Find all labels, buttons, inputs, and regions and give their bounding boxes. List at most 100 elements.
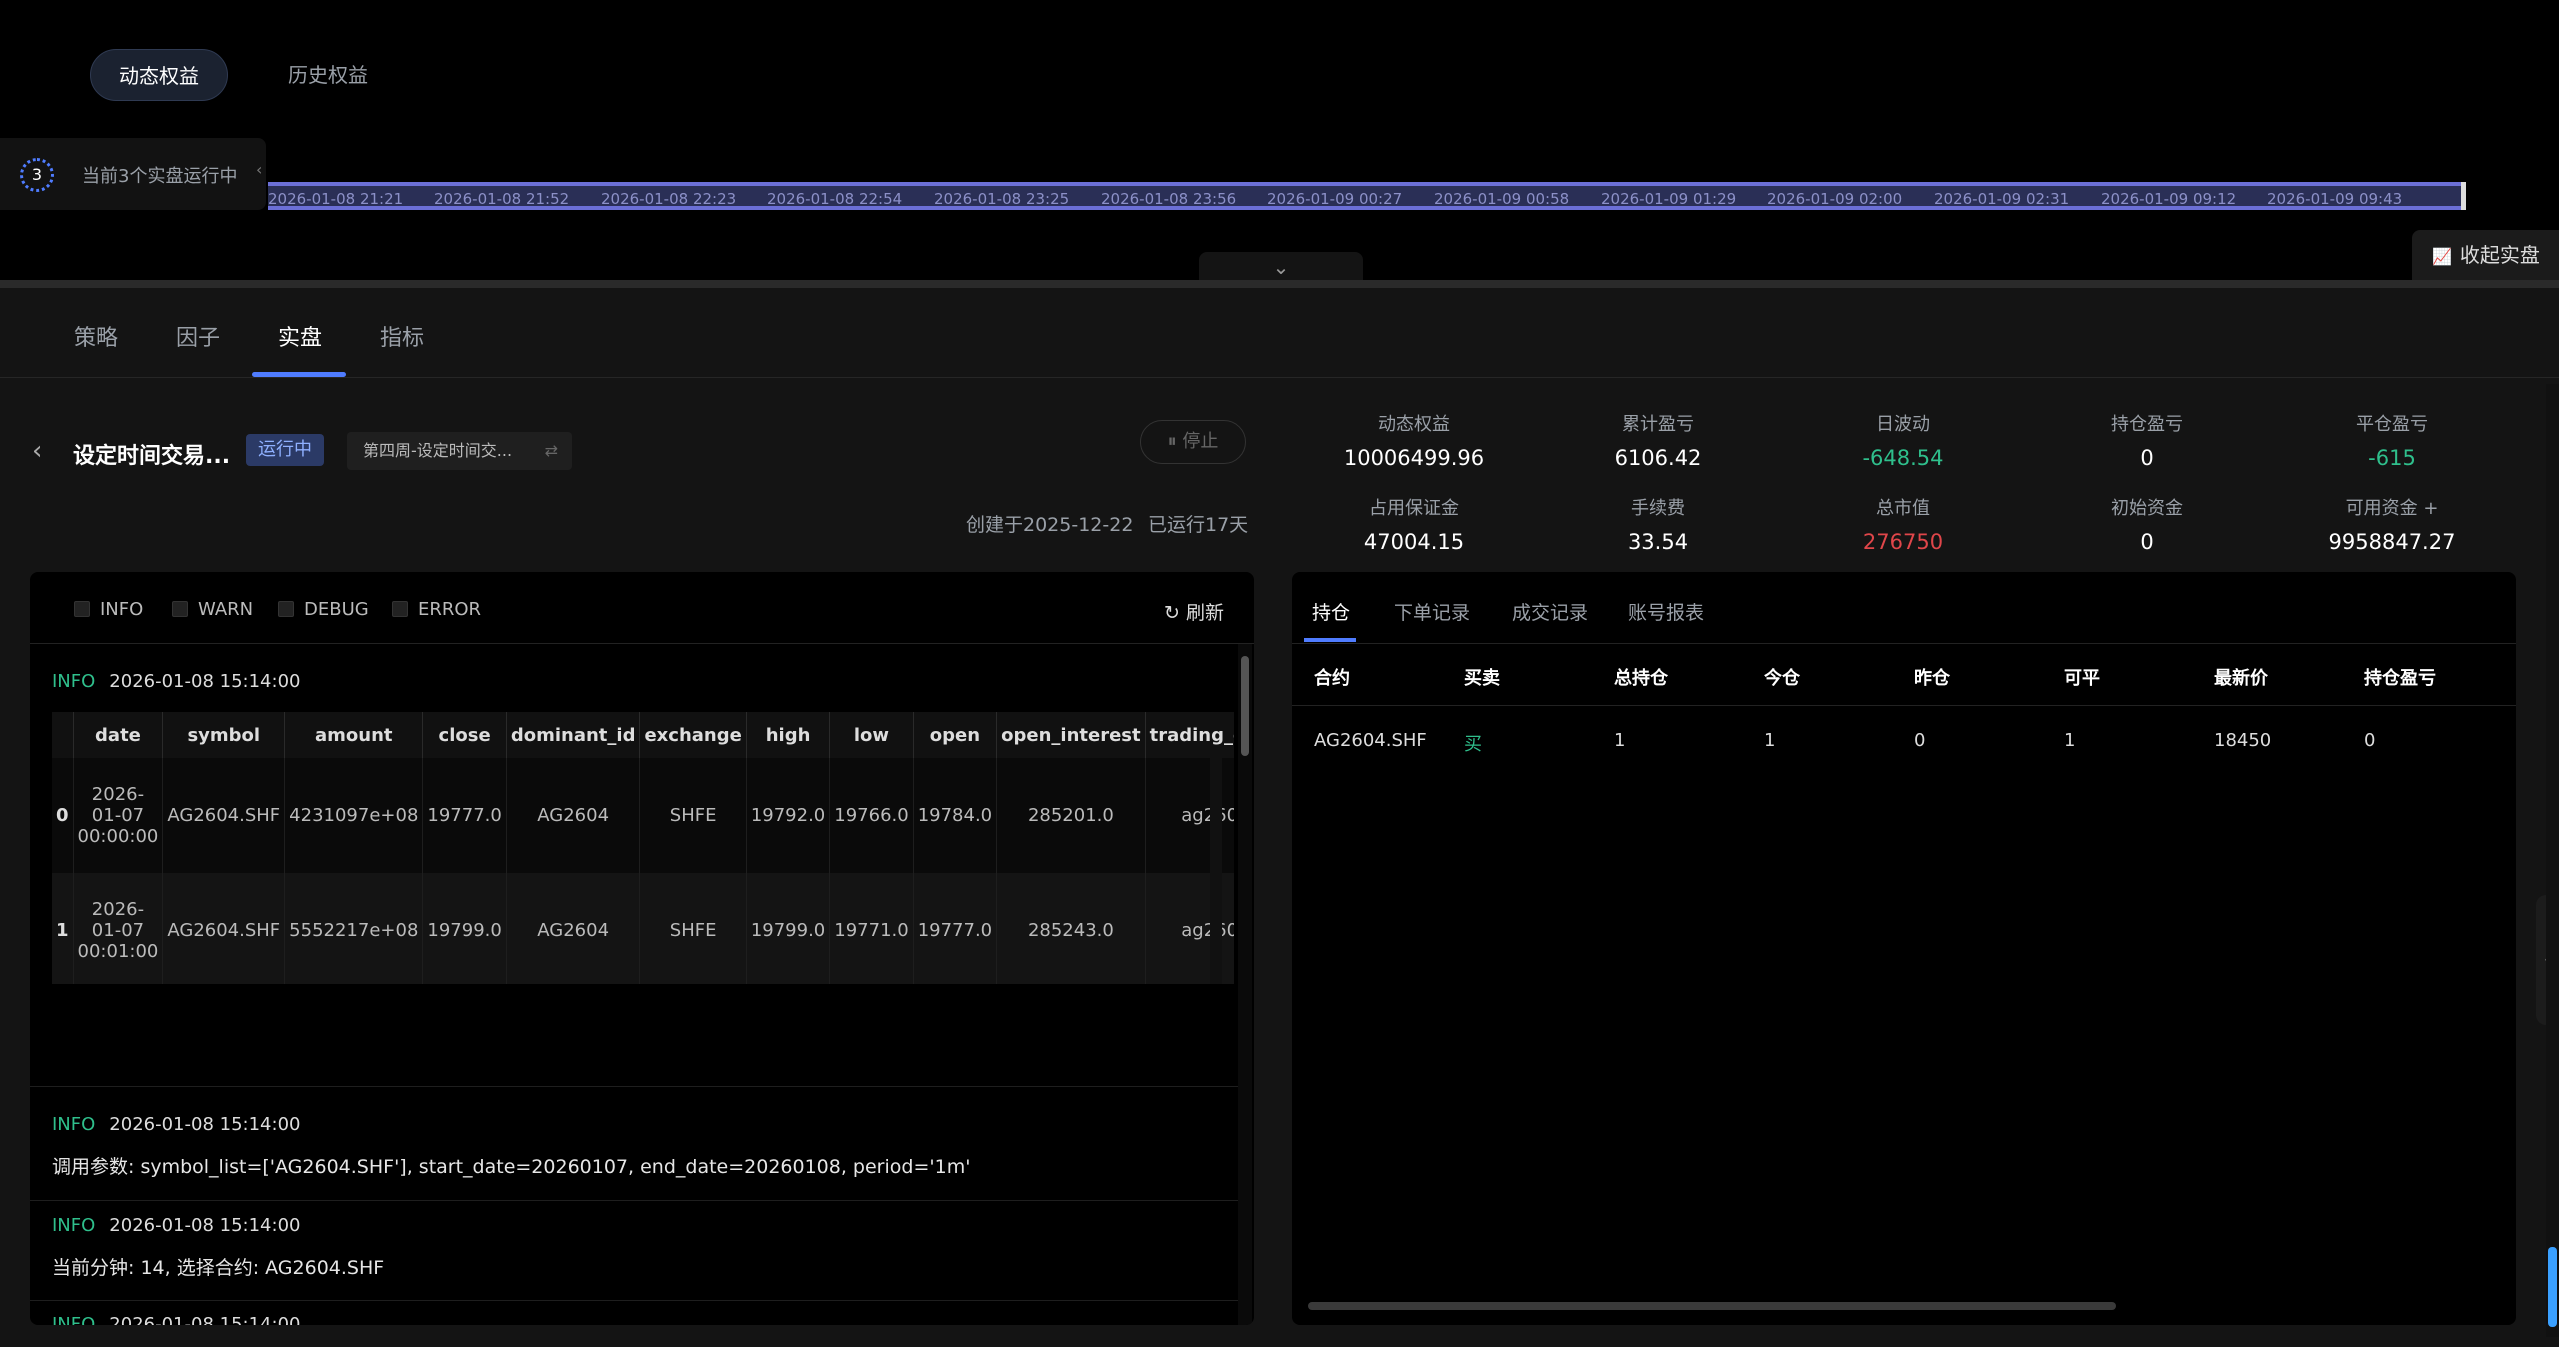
stat-position-pnl: 持仓盈亏 0 [2037, 410, 2257, 470]
tab-history-equity[interactable]: 历史权益 [268, 49, 388, 101]
log-entry-header: INFO 2026-01-08 15:14:00 [52, 671, 300, 692]
timeline-label: 2026-01-08 23:25 [934, 190, 1070, 208]
table-cell: AG2604.SHF [162, 758, 286, 873]
log-entry-header: INFO 2026-01-08 15:14:00 [52, 1114, 300, 1135]
panel-divider[interactable] [0, 280, 2559, 288]
col-last-price: 最新价 [2214, 668, 2268, 689]
timeline-label: 2026-01-08 21:52 [434, 190, 570, 208]
col-closable: 可平 [2064, 668, 2100, 689]
chevron-left-icon[interactable]: ‹ [256, 160, 262, 179]
stop-button[interactable]: ⏸ 停止 [1140, 420, 1246, 464]
table-row[interactable]: AG2604.SHF 买 1 1 0 1 18450 0 [1292, 706, 2516, 776]
divider [30, 1200, 1240, 1201]
log-level: INFO [52, 1314, 96, 1325]
table-cell: 0 [52, 758, 74, 873]
scroll-thumb[interactable] [2548, 1247, 2557, 1327]
stat-value: 276750 [1862, 530, 1944, 554]
log-level: INFO [52, 1114, 96, 1135]
table-cell: SHFE [639, 873, 747, 984]
timeline-label: 2026-01-09 02:31 [1934, 190, 2070, 208]
log-level: INFO [52, 671, 96, 692]
stat-available-capital[interactable]: 可用资金 + 9958847.27 [2282, 494, 2502, 554]
filter-info-checkbox[interactable]: INFO [74, 599, 143, 620]
stat-value: -615 [2368, 446, 2416, 470]
tab-underline [1304, 638, 1356, 642]
stat-key: 总市值 [1876, 498, 1930, 519]
stat-market-value: 总市值 276750 [1793, 494, 2013, 554]
running-count-icon: 3 [20, 158, 54, 192]
timeline-range-slider[interactable]: 2026-01-08 21:21 2026-01-08 21:52 2026-0… [268, 182, 2466, 210]
log-scrollbar[interactable] [1238, 644, 1252, 1325]
log-entry-header: INFO 2026-01-08 15:14:00 [52, 1215, 300, 1236]
table-cell: AG2604.SHF [162, 873, 286, 984]
timeline-label: 2026-01-08 21:21 [268, 190, 404, 208]
column-header: open [913, 712, 998, 758]
table-cell: 4231097e+08 [284, 758, 424, 873]
stop-label: 停止 [1182, 431, 1219, 452]
page-scrollbar[interactable] [2546, 384, 2559, 1337]
table-cell: 19766.0 [829, 758, 914, 873]
log-time: 2026-01-08 15:14:00 [109, 1114, 301, 1135]
tab-live[interactable]: 实盘 [278, 320, 322, 352]
stat-value: 10006499.96 [1343, 446, 1485, 470]
col-total: 总持仓 [1614, 668, 1668, 689]
strategy-selector[interactable]: 第四周-设定时间交... ⇄ [347, 432, 572, 470]
stat-key: 手续费 [1631, 498, 1685, 519]
tab-indicator[interactable]: 指标 [380, 320, 424, 352]
timeline-label: 2026-01-08 22:54 [767, 190, 903, 208]
cell-side: 买 [1464, 734, 1482, 755]
log-time: 2026-01-08 15:14:00 [109, 671, 301, 692]
stat-key: 平仓盈亏 [2356, 414, 2428, 435]
cell-position-pnl: 0 [2364, 730, 2376, 751]
tab-factor[interactable]: 因子 [176, 320, 220, 352]
tab-strategy[interactable]: 策略 [74, 320, 118, 352]
stat-key: 初始资金 [2111, 498, 2183, 519]
tab-positions[interactable]: 持仓 [1312, 598, 1350, 625]
chart-icon: 📈 [2432, 247, 2452, 266]
timeline-label: 2026-01-09 09:43 [2267, 190, 2403, 208]
log-message: 调用参数: symbol_list=['AG2604.SHF'], start_… [52, 1156, 971, 1178]
filter-label: WARN [198, 599, 254, 620]
horizontal-scrollbar[interactable] [1308, 1302, 2116, 1310]
tab-orders[interactable]: 下单记录 [1394, 598, 1470, 625]
timeline-handle[interactable] [2461, 182, 2466, 210]
cell-today: 1 [1764, 730, 1776, 751]
tab-dynamic-equity[interactable]: 动态权益 [90, 49, 228, 101]
strategy-selector-label: 第四周-设定时间交... [363, 441, 513, 460]
expand-chevron-tab[interactable]: ⌄ [1199, 252, 1363, 282]
running-indicator[interactable]: 3 当前3个实盘运行中 ‹ [0, 138, 266, 210]
timeline-label: 2026-01-09 00:58 [1434, 190, 1570, 208]
filter-label: DEBUG [304, 599, 369, 620]
stat-key: 动态权益 [1378, 414, 1450, 435]
timeline-label: 2026-01-09 02:00 [1767, 190, 1903, 208]
column-header: date [73, 712, 164, 758]
tab-underline [252, 372, 346, 377]
stat-value: 9958847.27 [2328, 530, 2456, 554]
stat-margin: 占用保证金 47004.15 [1304, 494, 1524, 554]
scroll-thumb[interactable] [1241, 656, 1249, 756]
filter-error-checkbox[interactable]: ERROR [392, 599, 481, 620]
collapse-live-button[interactable]: 📈 收起实盘 [2412, 230, 2559, 280]
col-side: 买卖 [1464, 668, 1500, 689]
table-cell: 285243.0 [996, 873, 1146, 984]
table-scrollbar[interactable] [1210, 752, 1222, 984]
stat-daily-change: 日波动 -648.54 [1793, 410, 2013, 470]
log-filters: INFO WARN DEBUG ERROR ↻ 刷新 [30, 572, 1254, 644]
stat-dynamic-equity: 动态权益 10006499.96 [1304, 410, 1524, 470]
tab-account-report[interactable]: 账号报表 [1628, 598, 1704, 625]
cell-yesterday: 0 [1914, 730, 1926, 751]
filter-debug-checkbox[interactable]: DEBUG [278, 599, 369, 620]
filter-warn-checkbox[interactable]: WARN [172, 599, 253, 620]
stat-value: 0 [2140, 530, 2154, 554]
table-cell: 285201.0 [996, 758, 1146, 873]
stat-key: 占用保证金 [1369, 498, 1459, 519]
table-cell: 19792.0 [746, 758, 831, 873]
log-time: 2026-01-08 15:14:00 [109, 1314, 301, 1325]
table-cell: 19777.0 [913, 873, 998, 984]
main-tabs: 策略 因子 实盘 指标 [0, 288, 2559, 378]
back-arrow-icon[interactable]: ‹ [32, 436, 42, 466]
timeline-label: 2026-01-09 09:12 [2101, 190, 2237, 208]
tab-trades[interactable]: 成交记录 [1512, 598, 1588, 625]
refresh-button[interactable]: ↻ 刷新 [1164, 598, 1224, 625]
status-badge: 运行中 [246, 434, 324, 466]
